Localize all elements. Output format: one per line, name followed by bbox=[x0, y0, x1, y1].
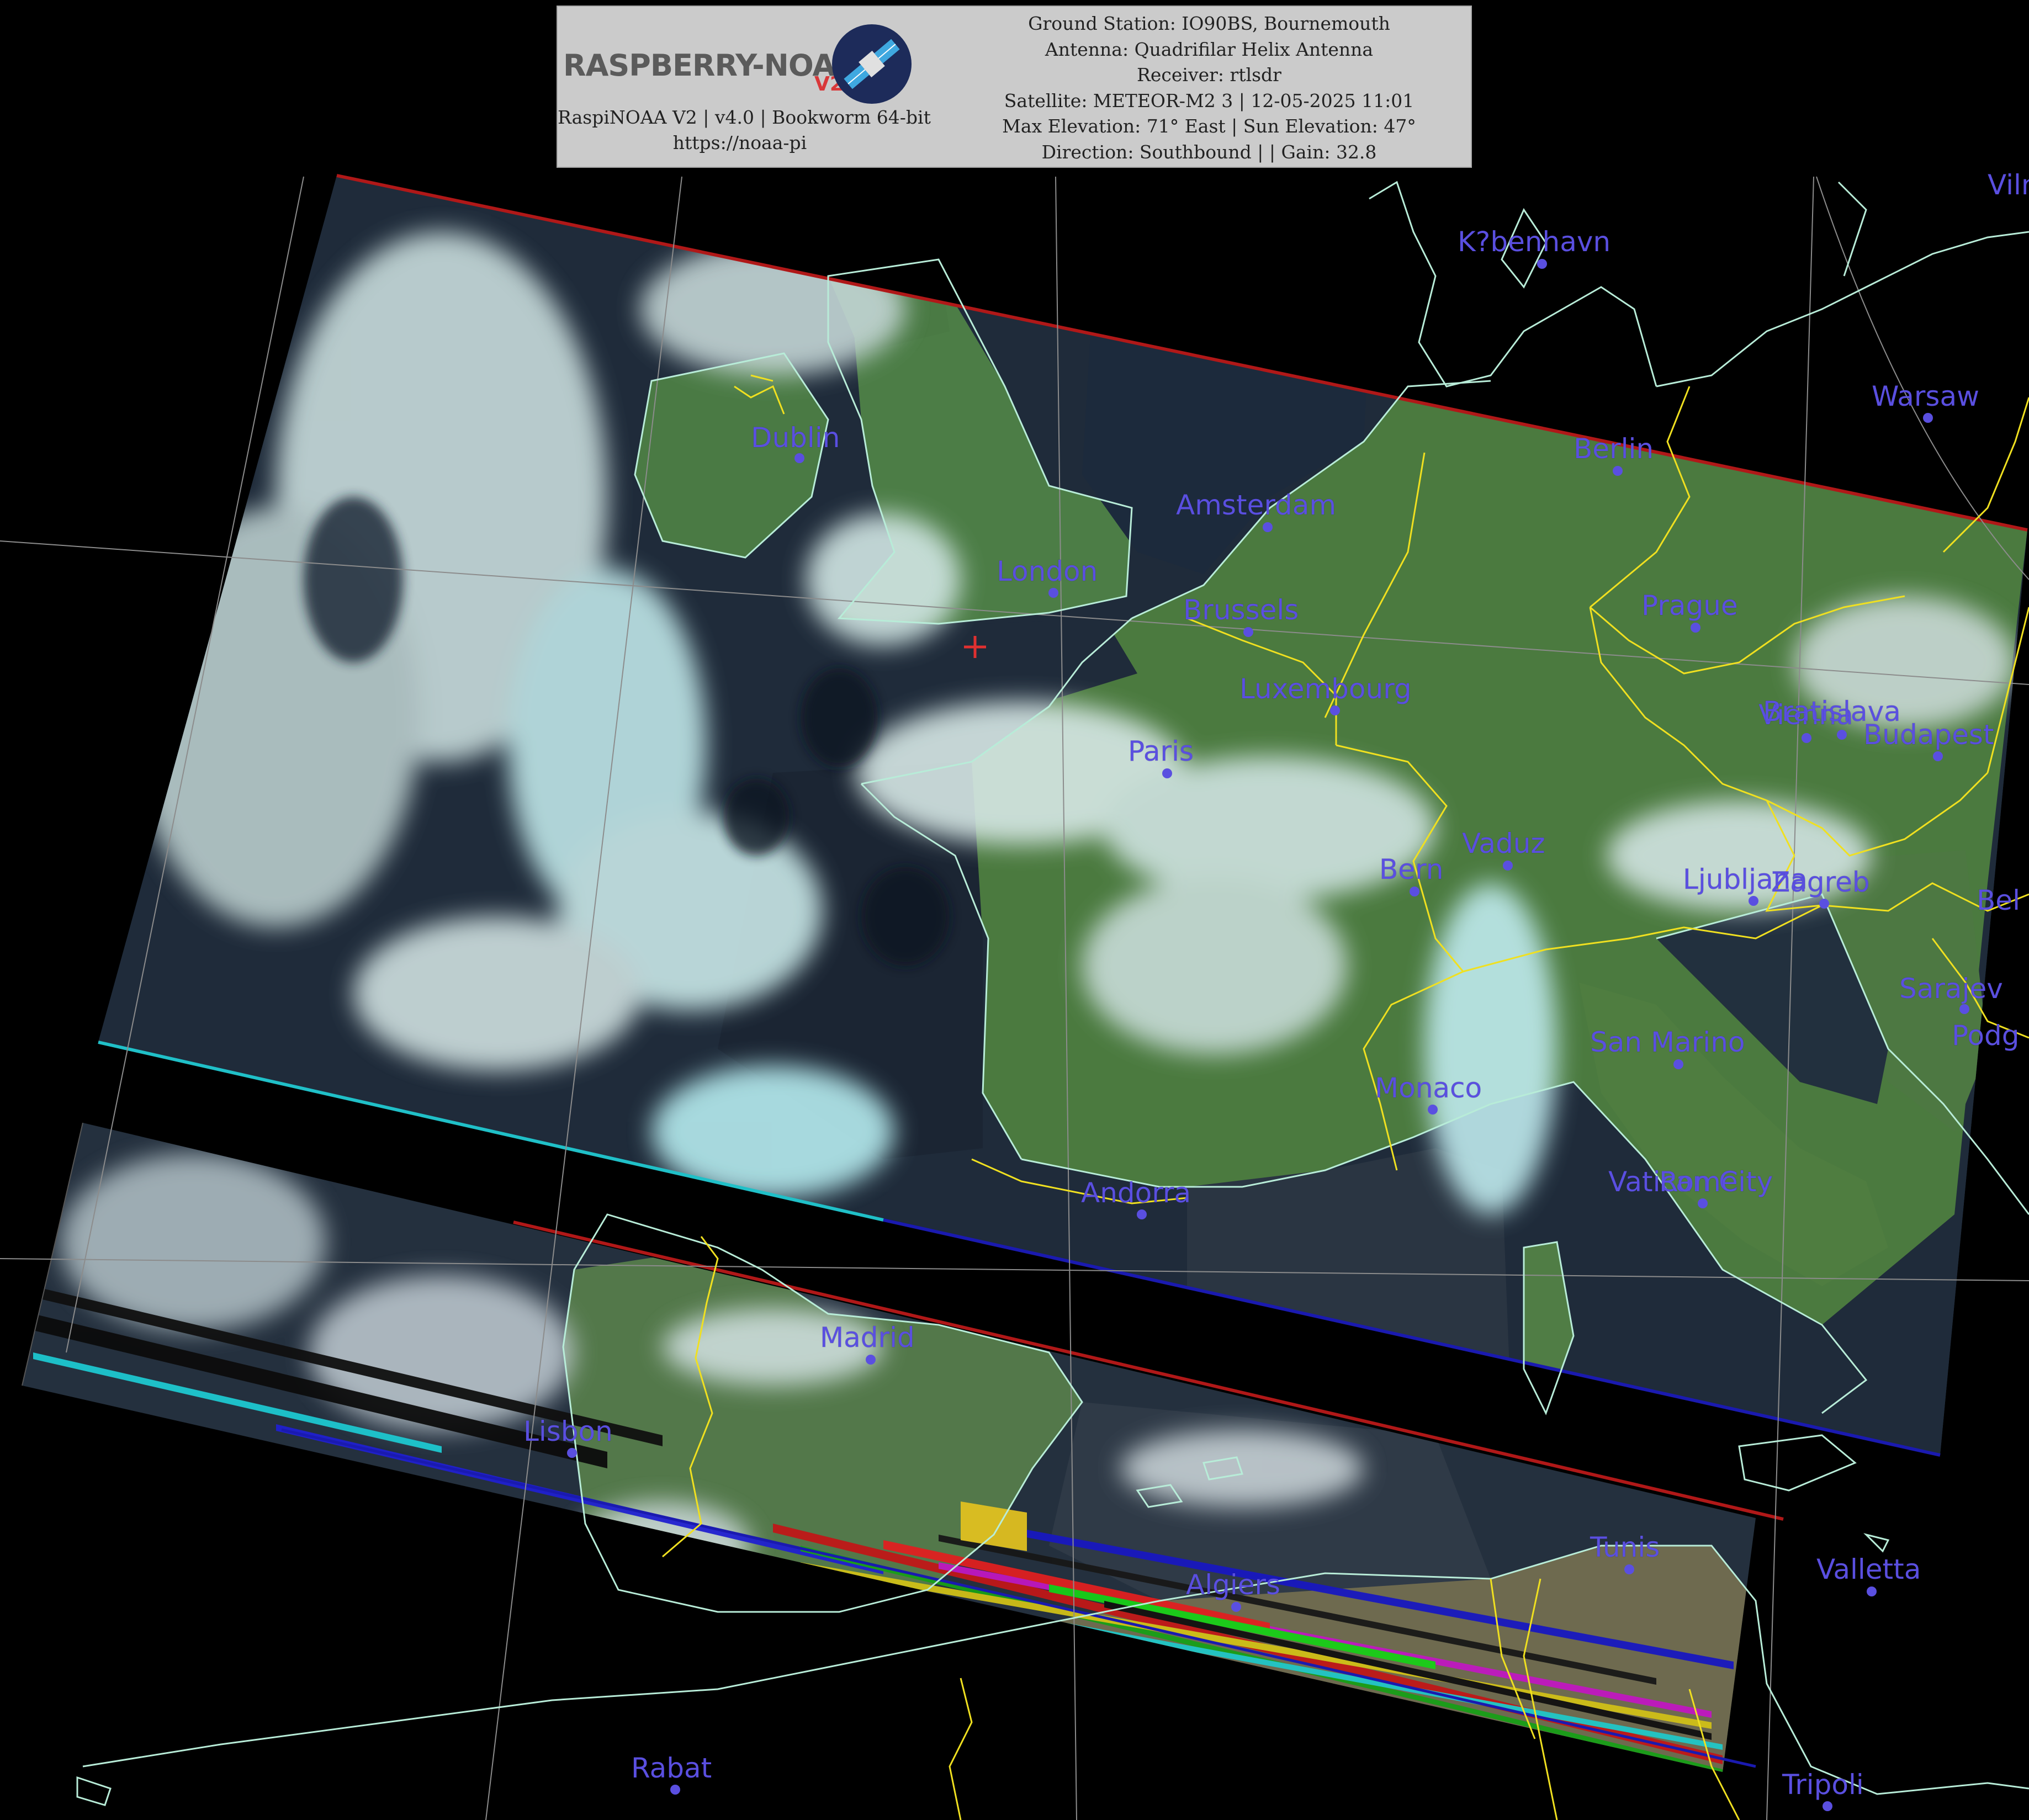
city-dot-lisbon bbox=[567, 1448, 577, 1458]
software-info: RaspiNOAA V2 | v4.0 | Bookworm 64-bit ht… bbox=[558, 105, 931, 156]
city-label-algiers: Algiers bbox=[1186, 1569, 1280, 1601]
city-label-andorra: Andorra bbox=[1081, 1177, 1191, 1209]
city-podgorica: Podg bbox=[1952, 1020, 2020, 1052]
city-dot-london bbox=[1048, 588, 1058, 598]
city-label-san-marino: San Marino bbox=[1590, 1026, 1745, 1058]
city-dot-dublin bbox=[794, 453, 804, 463]
satellite-line: Satellite: METEOR-M2 3 | 12-05-2025 11:0… bbox=[1004, 89, 1415, 112]
city-warsaw: Warsaw bbox=[1872, 380, 1980, 423]
city-dot-vienna bbox=[1802, 733, 1811, 743]
satellite-logo-icon bbox=[832, 24, 912, 104]
city-dot-paris bbox=[1162, 768, 1172, 778]
antenna-line: Antenna: Quadrifilar Helix Antenna bbox=[1045, 38, 1374, 60]
city-label-monaco: Monaco bbox=[1375, 1072, 1482, 1104]
satellite-map-view: K?benhavn Viln Warsaw Berlin Dublin Amsterdam… bbox=[0, 0, 2029, 1820]
city-label-tunis: Tunis bbox=[1590, 1531, 1660, 1563]
software-version: RaspiNOAA V2 | v4.0 | Bookworm 64-bit bbox=[558, 107, 931, 128]
city-dot-berlin bbox=[1613, 466, 1623, 476]
city-label-dublin: Dublin bbox=[751, 422, 840, 454]
city-label-belgrade: Bel bbox=[1977, 884, 2020, 916]
city-dot-luxembourg bbox=[1330, 705, 1340, 715]
city-dot-brussels bbox=[1243, 627, 1253, 637]
raspberry-noaa-logo: RASPBERRY-NOAA V2 bbox=[563, 23, 917, 106]
city-label-lisbon: Lisbon bbox=[523, 1415, 613, 1447]
city-label-tripoli: Tripoli bbox=[1782, 1769, 1864, 1801]
city-label-vilnius: Viln bbox=[1988, 169, 2029, 201]
city-label-amsterdam: Amsterdam bbox=[1176, 489, 1336, 521]
city-dot-tripoli bbox=[1823, 1801, 1832, 1811]
city-label-madrid: Madrid bbox=[820, 1322, 915, 1354]
city-label-valletta: Valletta bbox=[1816, 1553, 1921, 1585]
city-label-luxembourg: Luxembourg bbox=[1239, 673, 1412, 705]
station-url: https://noaa-pi bbox=[672, 132, 807, 153]
city-rome: Rome bbox=[1659, 1166, 1739, 1198]
city-dot-rabat bbox=[670, 1785, 680, 1795]
city-dot-san-marino bbox=[1673, 1059, 1683, 1069]
city-label-berlin: Berlin bbox=[1574, 433, 1654, 465]
city-label-vaduz: Vaduz bbox=[1462, 827, 1545, 859]
city-dot-sarajevo bbox=[1959, 1004, 1969, 1014]
city-dot-prague bbox=[1691, 623, 1700, 633]
city-label-london: London bbox=[997, 555, 1098, 587]
city-label-k-benhavn: K?benhavn bbox=[1458, 226, 1611, 258]
city-label-rome: Rome bbox=[1659, 1166, 1738, 1198]
city-label-podgorica: Podg bbox=[1952, 1020, 2019, 1052]
map-canvas: K?benhavn Viln Warsaw Berlin Dublin Amsterdam… bbox=[0, 169, 2029, 1820]
city-k-benhavn: K?benhavn bbox=[1458, 226, 1611, 269]
city-tripoli: Tripoli bbox=[1782, 1769, 1864, 1811]
city-dot-amsterdam bbox=[1263, 522, 1273, 532]
city-dot-andorra bbox=[1137, 1209, 1147, 1219]
city-label-brussels: Brussels bbox=[1183, 594, 1299, 626]
city-label-bern: Bern bbox=[1379, 853, 1443, 885]
city-label-prague: Prague bbox=[1641, 590, 1738, 622]
city-dot-bratislava bbox=[1837, 730, 1847, 740]
city-label-warsaw: Warsaw bbox=[1872, 380, 1979, 412]
city-dot-ljubljana bbox=[1749, 896, 1758, 906]
city-dot-valletta bbox=[1867, 1586, 1877, 1596]
city-dot-k-benhavn bbox=[1537, 259, 1547, 269]
city-belgrade: Bel bbox=[1977, 884, 2021, 917]
pass-details: Ground Station: IO90BS, Bournemouth Ante… bbox=[955, 11, 1463, 165]
elevation-line: Max Elevation: 71° East | Sun Elevation:… bbox=[1002, 115, 1416, 137]
city-dot-vaduz bbox=[1503, 861, 1513, 871]
city-valletta: Valletta bbox=[1816, 1553, 1921, 1596]
city-dot-vatican-city bbox=[1698, 1198, 1708, 1208]
city-dot-budapest bbox=[1933, 751, 1943, 761]
pass-info-header: RASPBERRY-NOAA V2 RaspiNOAA V2 | v4.0 | … bbox=[557, 6, 1472, 168]
city-dot-bern bbox=[1410, 887, 1419, 896]
city-label-rabat: Rabat bbox=[631, 1752, 712, 1784]
city-dot-monaco bbox=[1428, 1105, 1438, 1115]
receiver-line: Receiver: rtlsdr bbox=[1137, 64, 1281, 86]
city-label-paris: Paris bbox=[1128, 735, 1194, 767]
city-label-zagreb: Zagreb bbox=[1771, 866, 1870, 898]
city-dot-algiers bbox=[1231, 1602, 1241, 1612]
city-label-budapest: Budapest bbox=[1863, 719, 1994, 751]
city-dot-zagreb bbox=[1819, 899, 1829, 909]
city-vilnius: Viln bbox=[1988, 169, 2029, 201]
city-dot-warsaw bbox=[1923, 413, 1933, 423]
city-label-sarajevo: Sarajev bbox=[1899, 973, 2003, 1005]
city-dot-madrid bbox=[866, 1355, 876, 1365]
ground-station-line: Ground Station: IO90BS, Bournemouth bbox=[1028, 13, 1390, 34]
city-dot-tunis bbox=[1624, 1564, 1634, 1574]
logo-text: RASPBERRY-NOAA bbox=[563, 48, 858, 83]
city-rabat: Rabat bbox=[631, 1752, 712, 1795]
direction-line: Direction: Southbound | | Gain: 32.8 bbox=[1041, 141, 1377, 163]
